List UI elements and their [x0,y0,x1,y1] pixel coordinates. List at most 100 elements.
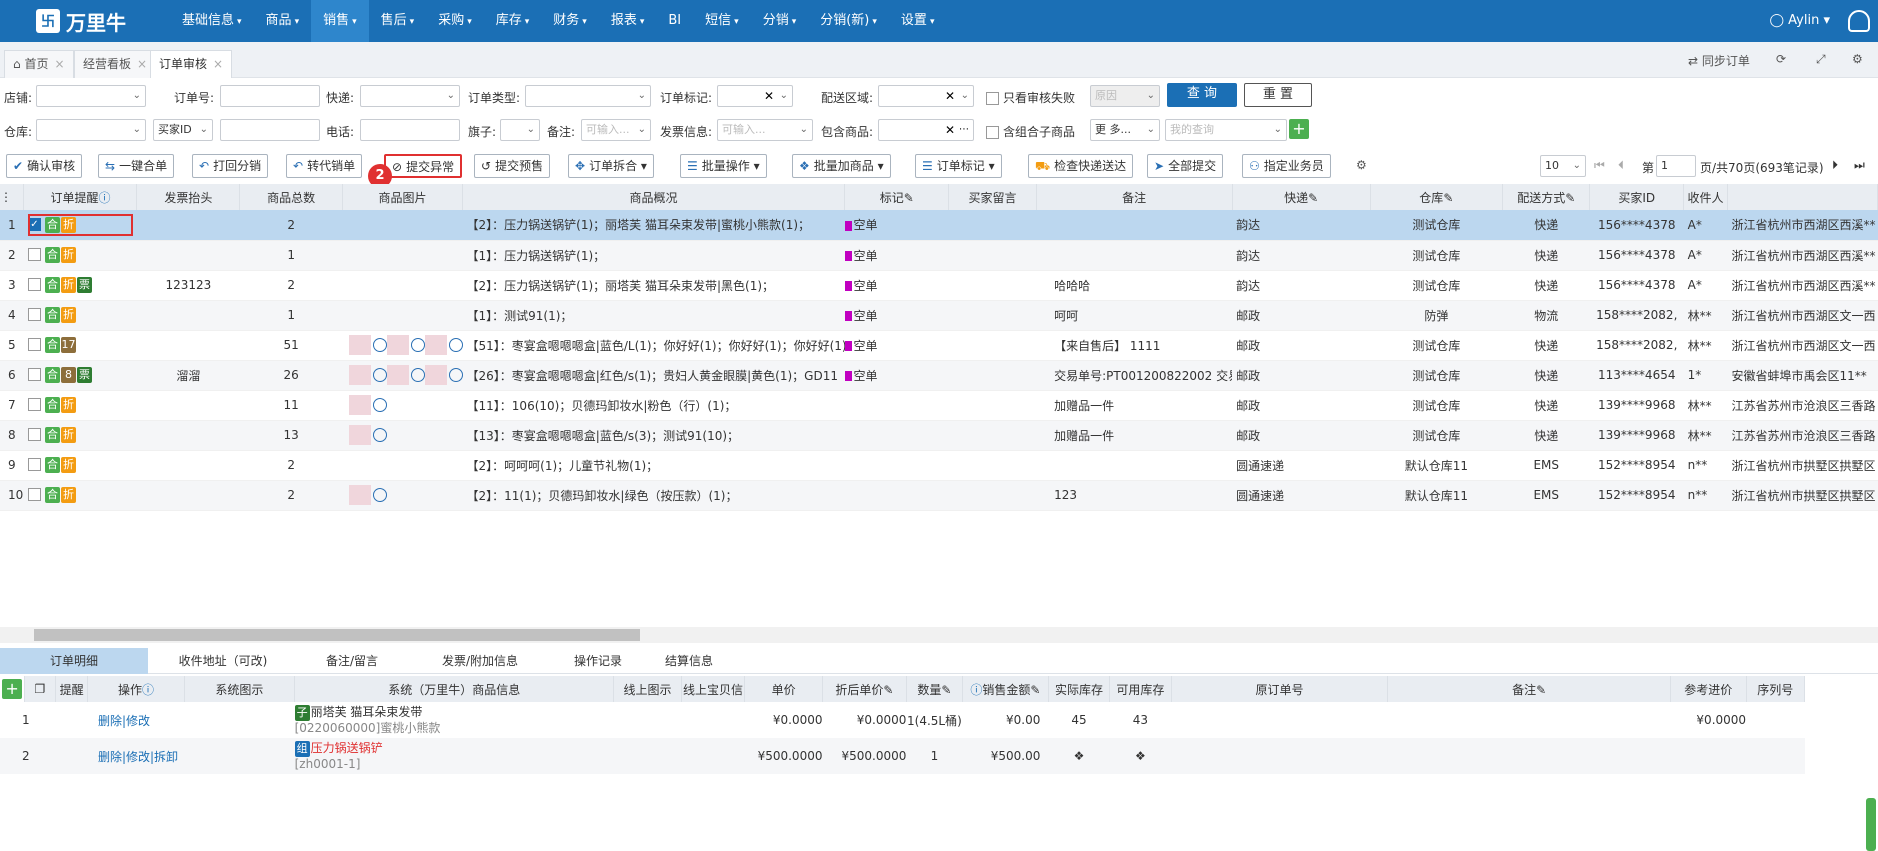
menu-item-9[interactable]: 短信 ▾ [693,0,751,42]
col-unit-price[interactable]: 单价 [744,676,823,702]
clear-icon[interactable]: ✕ [945,120,955,140]
order-mark-button[interactable]: ☰ 订单标记 ▾ [915,154,1002,178]
goods-image-cell[interactable] [342,210,463,241]
goods-image-cell[interactable] [342,300,463,331]
tab-invoice[interactable]: 发票/附加信息 [420,648,540,674]
goods-image-cell[interactable] [342,420,463,451]
detail-ops-links[interactable]: 删除|修改|拆卸 [88,738,184,774]
goods-thumbnail[interactable] [348,395,371,415]
menu-item-12[interactable]: 设置 ▾ [889,0,947,42]
remark-input[interactable]: 可输入... ⌄ [581,119,651,141]
col-operation[interactable]: 操作ⓘ [87,676,185,702]
goods-thumbnail[interactable] [348,425,371,445]
fullscreen-icon[interactable]: ⤢ [1816,52,1826,67]
clear-icon[interactable]: ✕ [764,86,774,106]
col-order-reminder[interactable]: 订单提醒ⓘ [23,184,138,210]
page-size-select[interactable]: 10 ⌄ [1540,155,1586,177]
user-menu[interactable]: ◯ Aylin ▾ [1769,0,1830,42]
col-warehouse[interactable]: 仓库✎ [1370,184,1504,210]
col-detail-remark[interactable]: 备注✎ [1387,676,1671,702]
more-select[interactable]: 更 多... ⌄ [1090,119,1160,141]
confirm-review-button[interactable]: ✔ 确认审核 [6,154,83,178]
return-distribution-button[interactable]: ↶ 打回分销 [192,154,269,178]
table-row[interactable]: 9 合折 2 【2】：呵呵呵(1)；儿童节礼物(1)； 圆通速递 默认仓库11 … [0,450,1878,481]
batch-add-goods-button[interactable]: ❖ 批量加商品 ▾ [792,154,891,178]
col-remark[interactable]: 备注 [1036,184,1233,210]
col-address[interactable] [1727,184,1878,210]
col-online-item[interactable]: 线上宝贝信 [681,676,746,702]
col-reference-cost[interactable]: 参考进价 [1670,676,1747,702]
detail-row[interactable]: 2 删除|修改|拆卸 组压力锅送锅铲 [zh0001-1] ¥500.0000 ¥… [0,738,1805,774]
order-mark-select[interactable]: ✕ ⌄ [717,85,793,107]
add-row-button[interactable]: + [0,676,26,702]
col-express[interactable]: 快递✎ [1232,184,1371,210]
contains-combo-checkbox[interactable]: 含组合子商品 [986,123,1075,140]
clear-icon[interactable]: ✕ [945,86,955,106]
col-goods-summary[interactable]: 商品概况 [462,184,846,210]
shop-select[interactable]: ⌄ [36,85,146,107]
col-original-order-no[interactable]: 原订单号 [1171,676,1389,702]
col-system-image[interactable]: 系统图示 [184,676,296,702]
reminder-cell[interactable]: 合折 [23,420,137,451]
goods-thumbnail[interactable] [386,335,409,355]
my-query-select[interactable]: 我的查询 ⌄ [1165,119,1287,141]
table-row[interactable]: 7 合折 11 【11】：106(10)；贝德玛卸妆水|粉色（行）(1)； 加赠… [0,390,1878,421]
tab-home[interactable]: ⌂ 首页 × [4,50,74,78]
column-menu-icon[interactable]: ⋮ [0,184,25,210]
row-checkbox[interactable] [27,278,41,291]
refresh-icon[interactable]: ⟳ [1776,52,1786,66]
sync-orders-button[interactable]: ⇄ 同步订单 [1688,52,1750,69]
tab-dashboard[interactable]: 经营看板 × [74,50,157,78]
goods-thumbnail[interactable] [348,335,371,355]
col-recipient[interactable]: 收件人 [1683,184,1728,210]
goods-thumbnail[interactable] [386,365,409,385]
menu-item-7[interactable]: 报表 ▾ [599,0,657,42]
reminder-cell[interactable]: 合 17 [23,330,137,361]
row-checkbox[interactable] [27,338,41,351]
table-row[interactable]: 6 合8票 溜溜 26 【26】：枣宴盒嗯嗯嗯盒|红色/s(1)；贵妇人黄金眼膜… [0,360,1878,391]
buyer-id-select[interactable]: 买家ID ⌄ [153,119,213,141]
col-total-qty[interactable]: 商品总数 [239,184,344,210]
table-row[interactable]: 1 ✓ 合折 2 【2】：压力锅送锅铲(1)；丽塔芙 猫耳朵束发带|蜜桃小熊款(1… [0,210,1878,241]
menu-item-8[interactable]: BI [656,0,693,42]
goods-image-cell[interactable] [342,390,463,421]
more-icon[interactable]: ⋯ [959,120,969,140]
tab-operation-log[interactable]: 操作记录 [550,648,646,674]
close-icon[interactable]: × [54,57,64,71]
phone-input[interactable] [360,119,460,141]
contains-goods-input[interactable]: ✕ ⋯ [878,119,974,141]
row-checkbox[interactable] [27,308,41,321]
col-invoice-title[interactable]: 发票抬头 [136,184,241,210]
side-scroll-indicator[interactable] [1866,798,1876,851]
order-type-select[interactable]: ⌄ [525,85,651,107]
goods-image-cell[interactable] [342,480,463,511]
goods-thumbnail[interactable] [424,335,447,355]
tab-address[interactable]: 收件地址（可改) [160,648,286,674]
goods-name[interactable]: 压力锅送锅铲 [311,741,383,755]
menu-item-5[interactable]: 库存 ▾ [484,0,542,42]
delivery-area-select[interactable]: ✕ ⌄ [878,85,974,107]
col-mark[interactable]: 标记✎ [844,184,950,210]
goods-image-cell[interactable] [342,360,463,391]
col-available-stock[interactable]: 可用库存 [1109,676,1172,702]
reminder-cell[interactable]: 合折 [23,450,137,481]
detail-ops-links[interactable]: 删除|修改 [88,702,184,738]
goods-image-cell[interactable] [342,240,463,271]
col-ship-method[interactable]: 配送方式✎ [1502,184,1591,210]
first-page-icon[interactable]: ⏮ [1594,158,1605,173]
table-row[interactable]: 5 合 17 51 【51】：枣宴盒嗯嗯嗯盒|蓝色/L(1)；你好好(1)；你好好… [0,330,1878,361]
reminder-cell[interactable]: 合折 [23,480,137,511]
check-delivery-button[interactable]: ⛟ 检查快递送达 [1028,154,1134,178]
add-query-button[interactable]: + [1289,119,1309,139]
express-select[interactable]: ⌄ [360,85,460,107]
next-page-icon[interactable]: ⏵ [1832,158,1838,173]
convert-consignment-button[interactable]: ↶ 转代销单 [286,154,363,178]
invoice-input[interactable]: 可输入... ⌄ [717,119,813,141]
row-checkbox[interactable] [27,398,41,411]
goods-thumbnail[interactable] [348,485,371,505]
reminder-cell[interactable]: 合折 [23,300,137,331]
horizontal-scrollbar[interactable] [0,627,1878,643]
menu-item-0[interactable]: 基础信息 ▾ [170,0,254,42]
col-buyer-id[interactable]: 买家ID [1589,184,1685,210]
row-checkbox[interactable] [27,488,41,501]
